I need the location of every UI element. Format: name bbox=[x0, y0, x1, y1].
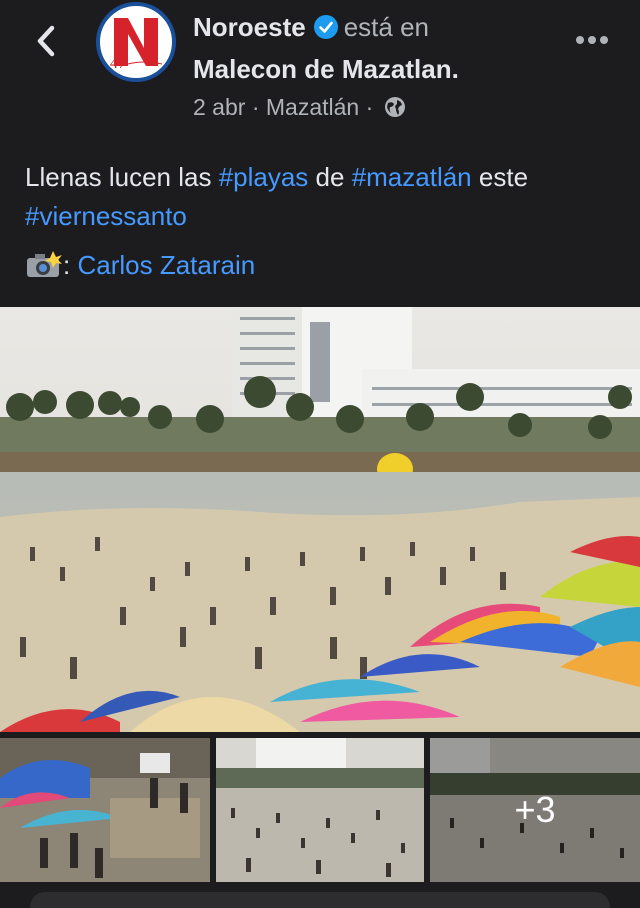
post-header: 47 Noroeste está en Malecon de Mazatlan.… bbox=[0, 0, 640, 140]
chevron-left-icon[interactable] bbox=[30, 22, 64, 60]
avatar[interactable]: 47 bbox=[96, 2, 176, 82]
post-place[interactable]: Mazatlán bbox=[266, 94, 359, 120]
noroeste-logo: 47 bbox=[102, 8, 170, 76]
photo-thumbnails: +3 bbox=[0, 738, 640, 882]
camera-flash-icon bbox=[27, 251, 62, 277]
status-text: está en bbox=[343, 12, 429, 42]
caption-text: Llenas lucen las bbox=[25, 162, 219, 192]
author-line: Noroeste está en bbox=[193, 10, 429, 44]
location-link[interactable]: Malecon de Mazatlan. bbox=[193, 52, 459, 86]
comment-bar[interactable] bbox=[30, 892, 610, 908]
meta-separator: · bbox=[251, 94, 260, 120]
post-meta: 2 abr · Mazatlán · bbox=[193, 92, 406, 122]
post-caption: Llenas lucen las #playas de #mazatlán es… bbox=[25, 158, 625, 236]
more-photos-count[interactable]: +3 bbox=[430, 738, 640, 882]
credit-name-link[interactable]: Carlos Zatarain bbox=[77, 250, 255, 280]
more-horizontal-icon[interactable] bbox=[574, 30, 610, 50]
credit-separator: : bbox=[63, 250, 71, 280]
photo-thumbnail[interactable] bbox=[216, 738, 424, 882]
hashtag-link[interactable]: #viernessanto bbox=[25, 201, 187, 231]
beach-photo bbox=[0, 307, 640, 732]
hashtag-link[interactable]: #playas bbox=[219, 162, 309, 192]
beach-photo bbox=[0, 738, 210, 882]
caption-text: de bbox=[308, 162, 352, 192]
hashtag-link[interactable]: #mazatlán bbox=[352, 162, 472, 192]
globe-icon bbox=[384, 97, 405, 117]
photo-credit: : Carlos Zatarain bbox=[25, 246, 255, 284]
post-date[interactable]: 2 abr bbox=[193, 94, 245, 120]
photo-thumbnail[interactable]: +3 bbox=[430, 738, 640, 882]
main-photo[interactable] bbox=[0, 307, 640, 732]
beach-photo bbox=[216, 738, 424, 882]
photo-thumbnail[interactable] bbox=[0, 738, 210, 882]
page-name-link[interactable]: Noroeste bbox=[193, 12, 306, 42]
verified-badge-icon bbox=[313, 15, 338, 39]
caption-text: este bbox=[471, 162, 529, 192]
meta-separator: · bbox=[365, 94, 374, 120]
avatar-label: 47 bbox=[110, 55, 126, 72]
